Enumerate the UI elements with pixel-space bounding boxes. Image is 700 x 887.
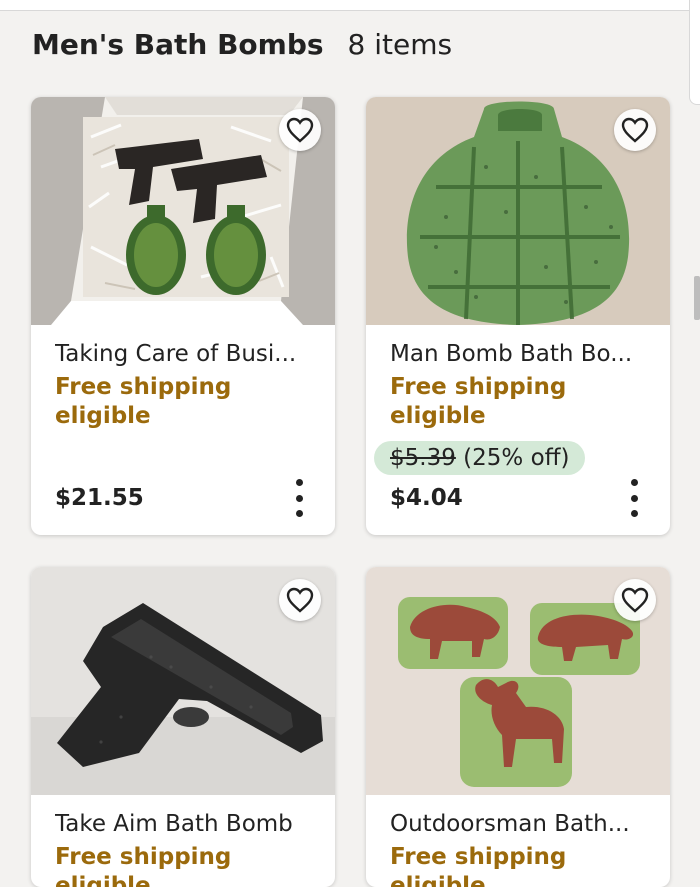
heart-icon xyxy=(286,117,314,143)
heart-icon xyxy=(621,587,649,613)
scrollbar-thumb[interactable] xyxy=(694,276,700,320)
free-shipping-label: Free shipping eligible xyxy=(55,844,232,887)
product-price: $21.55 xyxy=(55,485,144,511)
top-bar xyxy=(0,0,700,11)
product-card[interactable]: Taking Care of Busi... Free shipping eli… xyxy=(31,97,335,535)
discount-badge: $5.39 (25% off) xyxy=(374,441,586,475)
discount-percent: (25% off) xyxy=(463,445,570,471)
more-dot xyxy=(630,494,638,502)
product-title[interactable]: Taking Care of Busi... xyxy=(55,337,317,371)
item-count: 8 items xyxy=(347,28,453,61)
section-header: Men's Bath Bombs 8 items xyxy=(32,28,452,68)
favorite-button[interactable] xyxy=(614,109,656,151)
more-dots-icon xyxy=(295,479,303,486)
section-title: Men's Bath Bombs xyxy=(32,28,324,61)
heart-icon xyxy=(286,587,314,613)
product-title[interactable]: Outdoorsman Bath... xyxy=(390,807,652,841)
free-shipping-label: Free shipping eligible xyxy=(390,844,567,887)
favorite-button[interactable] xyxy=(614,579,656,621)
more-dot xyxy=(630,510,638,517)
favorite-button[interactable] xyxy=(279,109,321,151)
free-shipping-label: Free shipping eligible xyxy=(55,374,232,429)
more-options-button[interactable] xyxy=(622,479,646,517)
product-title[interactable]: Man Bomb Bath Bo... xyxy=(390,337,652,371)
more-dots-icon xyxy=(630,479,638,486)
product-card[interactable]: Outdoorsman Bath... Free shipping eligib… xyxy=(366,567,670,887)
original-price: $5.39 xyxy=(390,445,456,471)
more-dot xyxy=(295,510,303,517)
heart-icon xyxy=(621,117,649,143)
product-card[interactable]: Take Aim Bath Bomb Free shipping eligibl… xyxy=(31,567,335,887)
product-title[interactable]: Take Aim Bath Bomb xyxy=(55,807,317,841)
scroll-edge xyxy=(689,0,700,105)
more-options-button[interactable] xyxy=(287,479,311,517)
more-dot xyxy=(295,494,303,502)
product-card[interactable]: Man Bomb Bath Bo... Free shipping eligib… xyxy=(366,97,670,535)
free-shipping-label: Free shipping eligible xyxy=(390,374,567,429)
product-price: $4.04 xyxy=(390,485,463,511)
favorite-button[interactable] xyxy=(279,579,321,621)
